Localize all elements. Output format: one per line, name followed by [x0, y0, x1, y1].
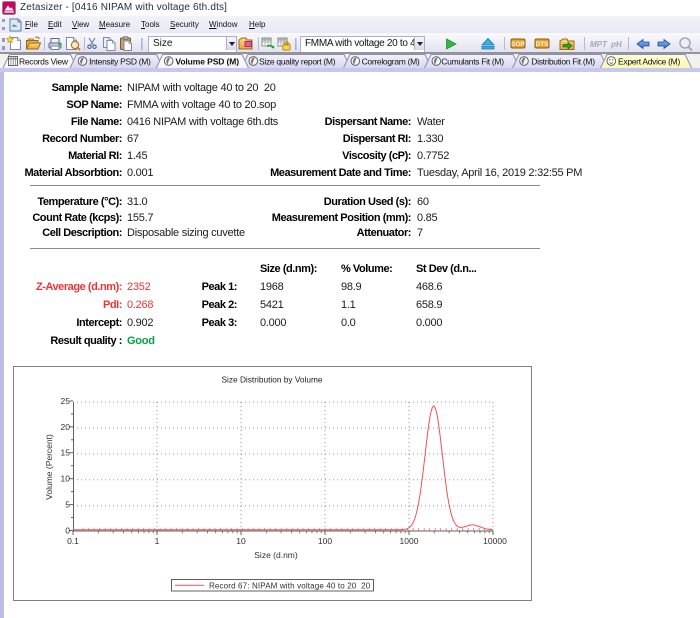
- svg-text:15: 15: [61, 448, 71, 458]
- svg-text:Record 67: NIPAM with voltage: Record 67: NIPAM with voltage 40 to 20 2…: [209, 582, 371, 591]
- svg-text:Intensity PSD (M): Intensity PSD (M): [89, 57, 151, 67]
- svg-text:Records View: Records View: [19, 57, 69, 67]
- svg-text:Cumulants Fit (M): Cumulants Fit (M): [441, 57, 504, 67]
- svg-text:Volume PSD (M): Volume PSD (M): [175, 57, 239, 67]
- svg-text:5: 5: [65, 500, 70, 510]
- svg-text:Size quality report (M): Size quality report (M): [259, 57, 336, 67]
- svg-text:25: 25: [61, 396, 71, 406]
- svg-text:1: 1: [155, 536, 160, 546]
- svg-text:Size (d.nm): Size (d.nm): [254, 550, 298, 560]
- svg-text:10: 10: [61, 474, 71, 484]
- svg-text:Correlogram (M): Correlogram (M): [362, 57, 420, 67]
- svg-text:pH: pH: [610, 40, 622, 49]
- svg-text:1000: 1000: [400, 536, 419, 546]
- svg-text:DTS: DTS: [536, 41, 550, 48]
- svg-text:10000: 10000: [483, 536, 507, 546]
- svg-text:MPT: MPT: [590, 40, 608, 49]
- svg-text:Distribution Fit (M): Distribution Fit (M): [531, 57, 595, 67]
- svg-text:10: 10: [236, 536, 246, 546]
- svg-text:Expert Advice (M): Expert Advice (M): [618, 57, 680, 67]
- svg-text:Volume (Percent): Volume (Percent): [44, 434, 54, 500]
- svg-text:0.1: 0.1: [67, 536, 79, 546]
- svg-text:SOP: SOP: [511, 41, 525, 48]
- svg-text:100: 100: [318, 536, 332, 546]
- svg-text:0: 0: [65, 526, 70, 536]
- svg-text:20: 20: [61, 422, 71, 432]
- svg-text:Size Distribution by Volume: Size Distribution by Volume: [222, 375, 323, 385]
